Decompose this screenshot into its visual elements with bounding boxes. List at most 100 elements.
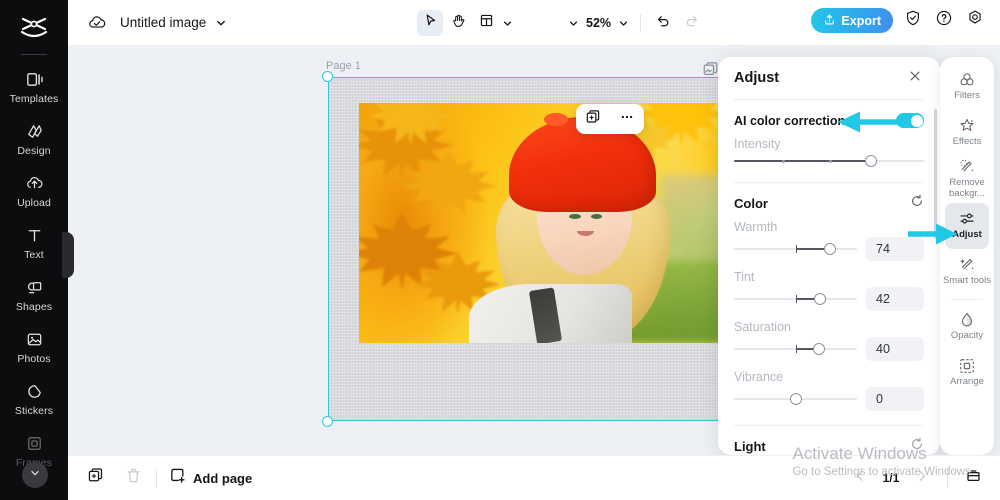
chevron-down-icon[interactable] (568, 18, 579, 29)
layout-icon (479, 13, 494, 33)
chevron-down-icon[interactable] (618, 18, 629, 29)
tint-value[interactable]: 42 (866, 287, 924, 311)
rail-item-smart-tools[interactable]: Smart tools (940, 249, 994, 295)
undo-button[interactable] (652, 12, 674, 34)
help-button[interactable] (933, 10, 955, 32)
chevron-down-icon[interactable] (502, 18, 513, 29)
tint-slider[interactable] (734, 292, 857, 306)
close-panel-button[interactable] (906, 69, 924, 87)
rail-item-arrange[interactable]: Arrange (940, 350, 994, 396)
panel-scrollbar[interactable] (934, 109, 937, 239)
saturation-control: Saturation 40 (718, 320, 940, 361)
chevron-down-icon[interactable] (215, 17, 227, 29)
resize-handle-bottom-left[interactable] (322, 416, 333, 427)
left-sidebar: Templates Design Upload Text Shapes (0, 0, 68, 500)
saturation-label: Saturation (734, 320, 924, 334)
gear-icon (966, 9, 984, 32)
color-section-header: Color (718, 183, 940, 211)
top-toolbar: Untitled image (68, 0, 1000, 46)
shapes-icon (24, 278, 44, 298)
rail-item-label: Arrange (950, 377, 984, 388)
bottom-toolbar: Add page 1/1 (68, 455, 1000, 500)
vibrance-slider[interactable] (734, 392, 857, 406)
color-reset-button[interactable] (909, 196, 924, 211)
zoom-level-value[interactable]: 52% (586, 16, 611, 30)
sidebar-item-stickers[interactable]: Stickers (0, 373, 68, 425)
intensity-label: Intensity (734, 137, 924, 151)
slider-tick (829, 160, 832, 163)
smart-tools-icon (958, 256, 976, 274)
slider-tick (782, 160, 785, 163)
cursor-arrow-icon (423, 13, 438, 33)
light-section-title: Light (734, 439, 766, 454)
slider-knob[interactable] (865, 155, 877, 167)
capcut-logo-icon[interactable] (17, 14, 51, 42)
rail-item-remove-background[interactable]: Remove backgr... (940, 155, 994, 203)
sidebar-collapse-button[interactable] (22, 462, 48, 488)
cloud-saved-icon (86, 12, 108, 34)
rail-item-label: Effects (953, 137, 982, 148)
sidebar-item-photos[interactable]: Photos (0, 321, 68, 373)
sidebar-item-label: Templates (10, 93, 59, 105)
document-title[interactable]: Untitled image (120, 15, 206, 30)
layout-tool-button[interactable] (473, 10, 499, 36)
hand-tool-button[interactable] (445, 10, 471, 36)
intensity-slider[interactable] (734, 154, 924, 168)
duplicate-page-button[interactable] (82, 465, 108, 491)
settings-button[interactable] (964, 10, 986, 32)
resize-handle-top-left[interactable] (322, 71, 333, 82)
sidebar-item-design[interactable]: Design (0, 113, 68, 165)
slider-center-tick (796, 345, 798, 353)
page-counter: 1/1 (879, 471, 903, 485)
vibrance-value[interactable]: 0 (866, 387, 924, 411)
saturation-slider[interactable] (734, 342, 857, 356)
warmth-label: Warmth (734, 220, 924, 234)
bottom-bar-divider (947, 469, 948, 487)
export-button-label: Export (841, 14, 881, 28)
rail-item-filters[interactable]: Filters (940, 63, 994, 109)
sidebar-item-templates[interactable]: Templates (0, 61, 68, 113)
more-options-button[interactable] (616, 108, 638, 130)
light-reset-button[interactable] (909, 439, 924, 454)
slider-knob[interactable] (814, 293, 826, 305)
sidebar-item-upload[interactable]: Upload (0, 165, 68, 217)
chevron-right-icon (915, 469, 929, 488)
shield-check-button[interactable] (902, 10, 924, 32)
sidebar-item-label: Stickers (15, 405, 53, 417)
saturation-value[interactable]: 40 (866, 337, 924, 361)
upload-icon (24, 174, 44, 194)
delete-page-button[interactable] (120, 465, 146, 491)
sidebar-item-label: Photos (17, 353, 50, 365)
zoom-controls: 52% (568, 12, 703, 34)
rail-item-opacity[interactable]: Opacity (940, 304, 994, 350)
redo-icon (684, 13, 700, 34)
select-tool-button[interactable] (417, 10, 443, 36)
image-frame-icon[interactable] (701, 60, 719, 78)
slider-knob[interactable] (813, 343, 825, 355)
warmth-slider[interactable] (734, 242, 857, 256)
vibrance-slider-row: 0 (734, 387, 924, 411)
adjust-sliders-icon (958, 210, 976, 228)
sidebar-panel-handle[interactable] (62, 232, 74, 278)
rail-item-label: Filters (954, 91, 980, 102)
adjust-panel-header: Adjust (718, 57, 940, 99)
sidebar-item-shapes[interactable]: Shapes (0, 269, 68, 321)
slider-knob[interactable] (824, 243, 836, 255)
prev-page-button[interactable] (847, 465, 873, 491)
sidebar-item-text[interactable]: Text (0, 217, 68, 269)
vibrance-control: Vibrance 0 (718, 370, 940, 411)
sidebar-item-label: Upload (17, 197, 51, 209)
sidebar-divider (21, 54, 47, 55)
export-button[interactable]: Export (811, 8, 893, 33)
panel-toggle-button[interactable] (960, 465, 986, 491)
trash-icon (125, 467, 142, 489)
right-tool-rail: Filters Effects Remove backgr... Adjust (940, 57, 994, 455)
rail-item-effects[interactable]: Effects (940, 109, 994, 155)
redo-button[interactable] (681, 12, 703, 34)
slider-knob[interactable] (790, 393, 802, 405)
add-page-button[interactable]: Add page (169, 467, 252, 489)
slider-center-tick (796, 295, 798, 303)
bottom-panel-icon (965, 467, 982, 489)
duplicate-layer-button[interactable] (582, 108, 604, 130)
next-page-button[interactable] (909, 465, 935, 491)
